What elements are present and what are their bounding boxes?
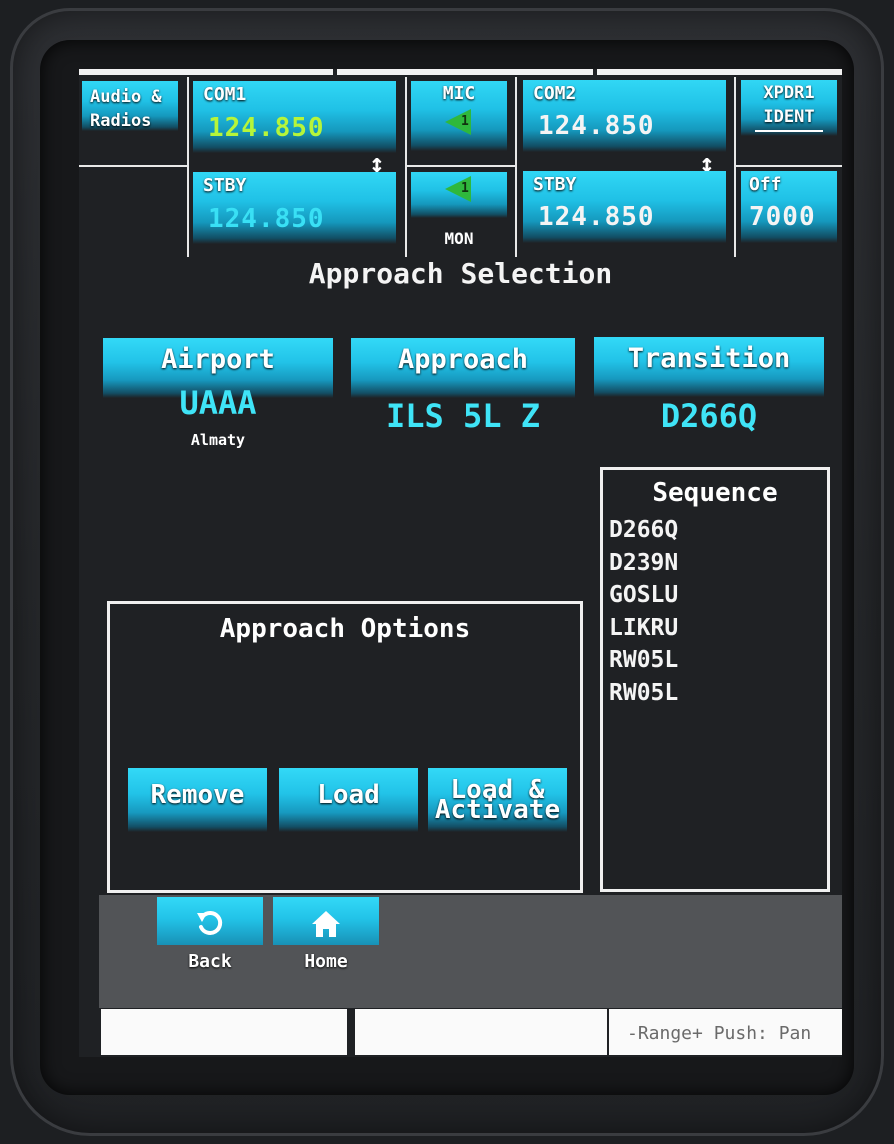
touch-screen: Audio & Radios COM1 124.850 ↕ STBY 124.8… [79, 69, 842, 1057]
divider [187, 77, 189, 257]
audio-radios-label-line2: Radios [90, 111, 152, 131]
ident-label: IDENT [763, 107, 815, 127]
com2-standby-label: STBY [533, 174, 577, 195]
sequence-item: D266Q [609, 517, 679, 543]
divider [515, 77, 517, 257]
mon-number: 1 [461, 181, 469, 196]
sequence-item: RW05L [609, 679, 679, 706]
ident-underline [755, 130, 823, 132]
com2-active-frequency: 124.850 [538, 111, 655, 141]
transition-value: D266Q [660, 397, 758, 435]
softkey-left[interactable] [101, 1009, 347, 1055]
back-button[interactable] [157, 897, 263, 945]
sequence-panel: Sequence D266Q D239N GOSLU LIKRU RW05L R… [600, 467, 830, 892]
back-icon [197, 910, 223, 935]
com1-standby-button[interactable]: STBY 124.850 [193, 172, 396, 244]
com1-active-frequency: 124.850 [208, 113, 325, 143]
com1-standby-frequency: 124.850 [208, 204, 325, 234]
mic-number: 1 [461, 114, 469, 129]
com2-standby-button[interactable]: STBY 124.850 [523, 171, 726, 243]
softkey-middle[interactable] [355, 1009, 607, 1055]
approach-options-panel: Approach Options [107, 601, 583, 893]
xpdr-ident-button[interactable]: XPDR1 IDENT [741, 80, 837, 136]
sequence-item: GOSLU [609, 582, 679, 608]
divider [405, 165, 515, 167]
divider [734, 77, 736, 257]
page-title: Approach Selection [308, 257, 613, 290]
home-label: Home [304, 951, 348, 972]
com1-standby-label: STBY [203, 175, 247, 196]
audio-radios-button[interactable]: Audio & Radios [82, 81, 178, 131]
com1-label: COM1 [203, 84, 247, 105]
com2-active-button[interactable]: COM2 124.850 [523, 80, 726, 152]
com2-label: COM2 [533, 83, 577, 104]
airport-name: Almaty [190, 431, 246, 449]
approach-value: ILS 5L Z [385, 397, 541, 435]
approach-label: Approach [397, 344, 529, 375]
divider [79, 165, 187, 167]
transition-button[interactable]: Transition [594, 337, 824, 397]
range-pan-hint: -Range+ Push: Pan [627, 1023, 812, 1044]
transition-label: Transition [627, 343, 791, 374]
sequence-title: Sequence [652, 478, 778, 508]
xpdr-mode: Off [749, 174, 782, 195]
remove-label: Remove [150, 780, 245, 810]
approach-button[interactable]: Approach [351, 338, 575, 398]
top-strip-right [597, 69, 842, 75]
softkey-right[interactable]: -Range+ Push: Pan [609, 1009, 842, 1055]
top-strip-left [79, 69, 333, 75]
load-activate-label-line2: Activate [434, 795, 561, 825]
approach-options-title: Approach Options [219, 614, 471, 644]
mon-label: MON [444, 229, 474, 248]
sequence-item: LIKRU [609, 614, 679, 641]
remove-button[interactable]: Remove [128, 768, 267, 832]
mic-button[interactable]: MIC 1 [411, 81, 507, 151]
divider [734, 165, 842, 167]
load-activate-button[interactable]: Load & Activate [428, 768, 567, 832]
xpdr-label: XPDR1 [763, 83, 815, 103]
load-label: Load [317, 780, 380, 810]
load-button[interactable]: Load [279, 768, 418, 832]
sequence-item: D239N [609, 549, 679, 576]
airport-ident: UAAA [179, 384, 257, 422]
airport-label: Airport [161, 344, 275, 375]
top-strip-mid [337, 69, 593, 75]
home-icon [312, 911, 340, 937]
audio-radios-label-line1: Audio & [90, 87, 162, 107]
com1-active-button[interactable]: COM1 124.850 [193, 81, 396, 153]
mon-button[interactable]: 1 [411, 172, 507, 218]
com2-standby-frequency: 124.850 [538, 202, 655, 232]
mic-label: MIC [442, 83, 476, 104]
xpdr-code-button[interactable]: Off 7000 [741, 171, 837, 243]
xpdr-code: 7000 [749, 202, 816, 232]
home-button[interactable] [273, 897, 379, 945]
back-label: Back [188, 951, 232, 972]
sequence-item: RW05L [609, 647, 679, 673]
divider [405, 77, 407, 257]
